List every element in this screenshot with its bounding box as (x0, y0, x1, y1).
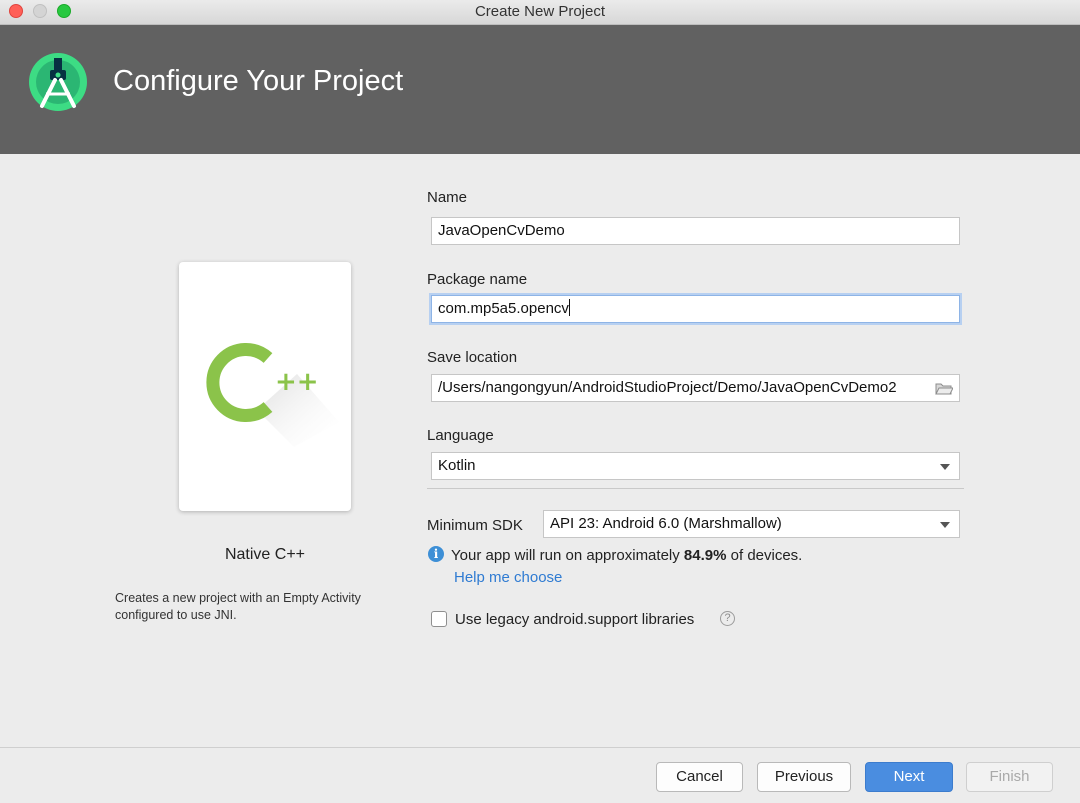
legacy-support-label[interactable]: Use legacy android.support libraries (455, 611, 694, 628)
package-name-label: Package name (427, 271, 528, 288)
device-coverage-text: Your app will run on approximately 84.9%… (451, 547, 802, 564)
template-name: Native C++ (224, 546, 306, 563)
name-label: Name (427, 189, 468, 206)
folder-icon[interactable] (935, 382, 953, 395)
text-cursor (568, 299, 570, 316)
package-name-value: com.mp5a5.opencv (438, 300, 569, 317)
page-title: Configure Your Project (113, 65, 404, 97)
save-location-label: Save location (427, 349, 518, 366)
chevron-down-icon (940, 464, 950, 470)
save-location-value: /Users/nangongyun/AndroidStudioProject/D… (438, 379, 897, 396)
help-icon[interactable]: ? (720, 611, 735, 626)
svg-text:++: ++ (275, 367, 319, 397)
language-select[interactable]: Kotlin (431, 452, 960, 480)
footer-separator (0, 747, 1080, 748)
minimum-sdk-label: Minimum SDK (427, 517, 523, 534)
cancel-button[interactable]: Cancel (656, 762, 743, 792)
finish-button[interactable]: Finish (966, 762, 1053, 792)
previous-button[interactable]: Previous (757, 762, 851, 792)
wizard-header: Configure Your Project (0, 25, 1080, 154)
window-title: Create New Project (474, 3, 606, 20)
legacy-support-checkbox[interactable] (431, 611, 447, 627)
help-me-choose-link[interactable]: Help me choose (454, 569, 562, 586)
package-name-field[interactable]: com.mp5a5.opencv (431, 295, 960, 323)
android-studio-icon (29, 53, 87, 111)
template-description-line: Creates a new project with an Empty Acti… (115, 591, 361, 605)
title-bar: Create New Project (0, 0, 1080, 25)
separator (427, 488, 964, 489)
language-label: Language (427, 427, 494, 444)
save-location-field[interactable]: /Users/nangongyun/AndroidStudioProject/D… (431, 374, 960, 402)
template-preview-card: ++ (179, 262, 351, 511)
coverage-prefix: Your app will run on approximately (451, 547, 684, 564)
template-description: Creates a new project with an Empty Acti… (115, 590, 405, 624)
name-field[interactable]: JavaOpenCvDemo (431, 217, 960, 245)
template-description-line: configured to use JNI. (115, 608, 237, 622)
cpp-icon: ++ (206, 343, 339, 447)
info-icon: i (428, 546, 444, 562)
create-project-window: Create New Project Configure Your Projec… (0, 0, 1080, 803)
minimum-sdk-select[interactable]: API 23: Android 6.0 (Marshmallow) (543, 510, 960, 538)
coverage-suffix: of devices. (726, 547, 803, 564)
minimum-sdk-value: API 23: Android 6.0 (Marshmallow) (550, 515, 782, 532)
next-button[interactable]: Next (865, 762, 953, 792)
language-value: Kotlin (438, 457, 476, 474)
coverage-percent: 84.9% (683, 547, 727, 564)
chevron-down-icon (940, 522, 950, 528)
